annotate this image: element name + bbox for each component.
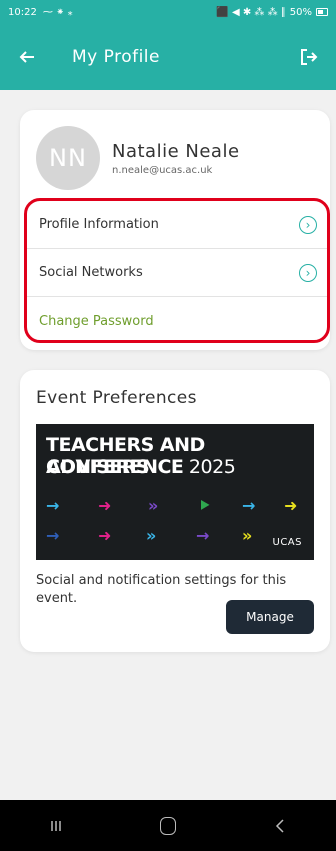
arrow-right-icon: » xyxy=(242,526,253,545)
chevron-left-icon xyxy=(275,818,284,833)
manage-button[interactable]: Manage xyxy=(226,600,314,634)
app-bar: My Profile xyxy=(0,24,336,90)
event-preferences-title: Event Preferences xyxy=(36,388,197,408)
profile-name: Natalie Neale xyxy=(112,140,240,162)
system-back-button[interactable] xyxy=(250,806,310,846)
arrow-right-icon: → xyxy=(46,526,60,545)
avatar: NN xyxy=(36,126,100,190)
banner-title-year: 2025 xyxy=(183,456,236,478)
arrow-right-icon: » xyxy=(146,526,157,545)
arrow-right-icon: → xyxy=(46,496,60,515)
event-preferences-card: Event Preferences TEACHERS AND ADVISERS … xyxy=(20,370,330,652)
status-notification-icons: ⁓ ⁕ ⁎ xyxy=(42,6,73,18)
menu-item-social-networks[interactable]: Social Networks › xyxy=(27,249,327,297)
status-bar: 10:22 ⁓ ⁕ ⁎ ⬛ ◀ ✱ ⁂ ⁂ ∥ 50% xyxy=(0,0,336,24)
profile-header: NN Natalie Neale n.neale@ucas.ac.uk xyxy=(20,110,330,202)
back-button[interactable] xyxy=(12,42,42,72)
chevron-circle-icon: › xyxy=(299,215,317,234)
profile-email: n.neale@ucas.ac.uk xyxy=(112,164,213,176)
status-system-icons: ⬛ ◀ ✱ ⁂ ⁂ ∥ xyxy=(216,6,286,18)
status-time: 10:22 xyxy=(8,6,37,18)
profile-menu-list: Profile Information › Social Networks › … xyxy=(24,198,330,343)
ucas-logo: UCAS xyxy=(272,537,302,548)
battery-icon xyxy=(316,8,328,16)
banner-title-line2: CONFERENCE 2025 xyxy=(46,456,236,478)
arrow-right-icon: ➜ xyxy=(284,496,298,515)
event-banner-image: TEACHERS AND ADVISERS CONFERENCE 2025 → … xyxy=(36,424,314,560)
change-password-link[interactable]: Change Password xyxy=(27,297,327,340)
menu-item-profile-information[interactable]: Profile Information › xyxy=(27,201,327,249)
home-icon xyxy=(160,816,176,835)
home-button[interactable] xyxy=(138,806,198,846)
arrow-right-icon: → xyxy=(242,496,256,515)
arrow-right-icon: ⯈ xyxy=(198,496,211,515)
banner-title-conference: CONFERENCE xyxy=(46,456,184,478)
menu-item-label: Social Networks xyxy=(39,265,143,280)
arrow-right-icon: ➜ xyxy=(98,496,112,515)
profile-name-block: Natalie Neale n.neale@ucas.ac.uk xyxy=(112,141,240,176)
menu-item-label: Profile Information xyxy=(39,217,159,232)
recent-apps-icon xyxy=(51,820,61,831)
logout-icon xyxy=(301,49,318,65)
page-title: My Profile xyxy=(72,47,160,67)
arrow-right-icon: » xyxy=(148,496,159,515)
logout-button[interactable] xyxy=(294,42,324,72)
profile-card: NN Natalie Neale n.neale@ucas.ac.uk Prof… xyxy=(20,110,330,350)
menu-item-label: Change Password xyxy=(39,313,154,329)
system-nav-bar xyxy=(0,800,336,851)
arrow-right-icon: → xyxy=(196,526,210,545)
arrow-right-icon: ➜ xyxy=(98,526,112,545)
chevron-circle-icon: › xyxy=(299,263,317,282)
battery-percent: 50% xyxy=(289,6,312,18)
arrow-left-icon xyxy=(19,51,34,63)
recent-apps-button[interactable] xyxy=(26,806,86,846)
